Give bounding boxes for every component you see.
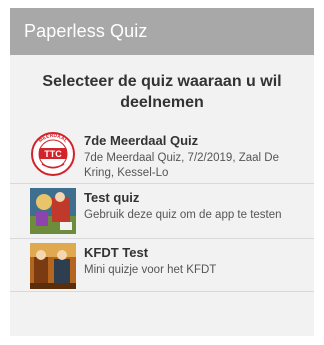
quiz-item-meerdaal[interactable]: MEERDAAL TTC 7de Meerdaal Quiz 7de Meerd…: [10, 127, 314, 184]
quiz-thumbnail-kfdt: [30, 243, 76, 289]
page-heading: Selecteer de quiz waaraan u wil deelneme…: [42, 73, 282, 111]
quiz-thumbnail-test: [30, 188, 76, 234]
app-title: Paperless Quiz: [24, 21, 148, 41]
quiz-title: Test quiz: [84, 190, 140, 205]
quiz-description: Mini quizje voor het KFDT: [84, 264, 217, 276]
quiz-description: Gebruik deze quiz om de app te testen: [84, 209, 282, 221]
quiz-logo-ttc: MEERDAAL TTC: [30, 131, 76, 177]
quiz-description: 7de Meerdaal Quiz, 7/2/2019, Zaal De Kri…: [84, 152, 279, 179]
quiz-item-test[interactable]: Test quiz Gebruik deze quiz om de app te…: [10, 184, 314, 239]
quiz-title: KFDT Test: [84, 245, 149, 260]
logo-text: TTC: [44, 149, 62, 159]
quiz-item-kfdt[interactable]: KFDT Test Mini quizje voor het KFDT: [10, 239, 314, 292]
quiz-list: MEERDAAL TTC 7de Meerdaal Quiz 7de Meerd…: [10, 127, 314, 292]
app-bar: Paperless Quiz: [10, 8, 314, 55]
quiz-title: 7de Meerdaal Quiz: [84, 133, 199, 148]
app-screen: Paperless Quiz Selecteer de quiz waaraan…: [10, 8, 314, 336]
